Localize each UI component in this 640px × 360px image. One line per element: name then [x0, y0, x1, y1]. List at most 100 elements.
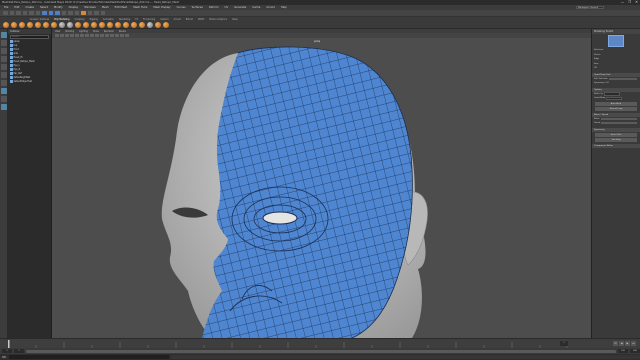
- resolution-gate-icon[interactable]: [80, 33, 84, 38]
- save-scene-icon[interactable]: [22, 10, 27, 16]
- menu-select[interactable]: Select: [40, 6, 48, 9]
- fill-hole-icon[interactable]: [123, 22, 129, 28]
- ambient-occlusion-icon[interactable]: [115, 33, 119, 38]
- go-to-start-button[interactable]: ⏮: [613, 341, 618, 346]
- bevel-icon[interactable]: [115, 22, 121, 28]
- tweak-slider[interactable]: [601, 122, 637, 125]
- play-backward-button[interactable]: ◀: [619, 341, 624, 346]
- time-slider[interactable]: 1 ⏮ ◀ ▶ ⏭: [0, 338, 640, 348]
- shelf-tab-active[interactable]: Poly Modeling: [54, 18, 69, 21]
- eye-hole[interactable]: [262, 211, 298, 225]
- menu-edit[interactable]: Edit: [14, 6, 19, 9]
- combine-icon[interactable]: [59, 22, 65, 28]
- boolean-icon[interactable]: [83, 22, 89, 28]
- scale-tool-icon[interactable]: [0, 72, 7, 78]
- lasso-tool-icon[interactable]: [0, 40, 7, 46]
- wireframe-on-shaded-icon[interactable]: [95, 33, 99, 38]
- snap-point-icon[interactable]: [74, 10, 79, 16]
- tool-help-button[interactable]: Tool Help: [595, 137, 637, 142]
- auto-weld-button[interactable]: Auto Weld: [595, 101, 637, 106]
- relax-slider[interactable]: [600, 117, 637, 120]
- soft-select-slider[interactable]: [608, 77, 637, 80]
- menu-modify[interactable]: Modify: [54, 6, 63, 9]
- menu-mesh[interactable]: Mesh: [102, 6, 109, 9]
- mirror-icon[interactable]: [91, 22, 97, 28]
- shelf-tab[interactable]: Animation: [103, 18, 114, 21]
- viewport-canvas[interactable]: [52, 29, 591, 338]
- image-plane-icon[interactable]: [65, 33, 69, 38]
- toolkit-row[interactable]: UV: [592, 66, 640, 71]
- poly-cube-icon[interactable]: [11, 22, 17, 28]
- paint-select-icon[interactable]: [0, 48, 7, 54]
- new-scene-icon[interactable]: [9, 10, 14, 16]
- quad-draw-icon[interactable]: [147, 22, 153, 28]
- menu-cache[interactable]: Cache: [252, 6, 260, 9]
- shelf-tab[interactable]: MASH: [198, 18, 204, 21]
- four-view-icon[interactable]: [0, 96, 7, 102]
- redo-icon[interactable]: [35, 10, 40, 16]
- outliner-search-input[interactable]: Search...: [10, 35, 49, 39]
- poly-disc-icon[interactable]: [51, 22, 57, 28]
- menu-surfaces[interactable]: Surfaces: [192, 6, 203, 9]
- menu-edit-mesh[interactable]: Edit Mesh: [115, 6, 128, 9]
- lights-icon[interactable]: [105, 33, 109, 38]
- wireframe-icon[interactable]: [85, 33, 89, 38]
- uv-editor-icon[interactable]: [155, 22, 161, 28]
- range-end-field[interactable]: 200: [630, 349, 640, 353]
- poly-plane-icon[interactable]: [43, 22, 49, 28]
- menu-arnold[interactable]: Arnold: [266, 6, 274, 9]
- shelf-tab[interactable]: XGen: [232, 18, 238, 21]
- grid-icon[interactable]: [70, 33, 74, 38]
- toolkit-row[interactable]: Quad Draw: [592, 96, 640, 101]
- menu-generate[interactable]: Generate: [234, 6, 246, 9]
- target-weld-icon[interactable]: [139, 22, 145, 28]
- current-frame-field[interactable]: 1: [560, 341, 568, 346]
- menu-uv[interactable]: UV: [224, 6, 228, 9]
- undo-icon[interactable]: [29, 10, 34, 16]
- range-start-field[interactable]: 1: [2, 349, 12, 353]
- multi-cut-field[interactable]: [604, 92, 621, 96]
- poly-sphere-icon[interactable]: [3, 22, 9, 28]
- shelf-tab[interactable]: FX: [135, 18, 138, 21]
- render-settings-icon[interactable]: [100, 10, 105, 16]
- move-tool-icon[interactable]: [0, 56, 7, 62]
- make-live-icon[interactable]: [81, 10, 86, 16]
- poly-torus-icon[interactable]: [35, 22, 41, 28]
- snap-grid-icon[interactable]: [61, 10, 66, 16]
- shelf-tab[interactable]: FX Caching: [143, 18, 155, 21]
- menu-create[interactable]: Create: [25, 6, 34, 9]
- render-frame-icon[interactable]: [87, 10, 92, 16]
- multi-cut-icon[interactable]: [131, 22, 137, 28]
- timeline-ticks[interactable]: [8, 340, 568, 348]
- xray-icon[interactable]: [125, 33, 129, 38]
- go-to-end-button[interactable]: ⏭: [631, 341, 636, 346]
- textured-icon[interactable]: [100, 33, 104, 38]
- shelf-tab[interactable]: Bifrost: [186, 18, 193, 21]
- ipr-render-icon[interactable]: [94, 10, 99, 16]
- shelf-tab[interactable]: Motion Graphics: [209, 18, 227, 21]
- command-input[interactable]: [8, 355, 169, 359]
- playback-start-field[interactable]: 1: [14, 349, 24, 353]
- menu-deform[interactable]: Deform: [209, 6, 219, 9]
- shelf-tab[interactable]: Rigging: [90, 18, 98, 21]
- menu-windows[interactable]: Windows: [84, 6, 96, 9]
- snap-curve-icon[interactable]: [68, 10, 73, 16]
- extrude-icon[interactable]: [99, 22, 105, 28]
- shadows-icon[interactable]: [110, 33, 114, 38]
- camera-attributes-icon[interactable]: [55, 33, 59, 38]
- auto-seams-icon[interactable]: [163, 22, 169, 28]
- toolkit-section[interactable]: Symmetry: [592, 127, 640, 132]
- menu-display[interactable]: Display: [69, 6, 79, 9]
- menu-help[interactable]: Help: [281, 6, 287, 9]
- menu-mesh-display[interactable]: Mesh Display: [153, 6, 170, 9]
- shelf-tab[interactable]: Custom: [160, 18, 168, 21]
- open-scene-icon[interactable]: [16, 10, 21, 16]
- smooth-icon[interactable]: [75, 22, 81, 28]
- mode-menu-button[interactable]: [3, 10, 8, 16]
- quad-draw-field[interactable]: [606, 96, 623, 100]
- single-view-icon[interactable]: [0, 88, 7, 94]
- viewport-panel[interactable]: View Shading Lighting Show Renderer Pane…: [52, 29, 591, 338]
- toolkit-section[interactable]: Component Editor: [592, 143, 640, 148]
- poly-cylinder-icon[interactable]: [19, 22, 25, 28]
- extend-loop-button[interactable]: Extend Loop: [595, 106, 637, 111]
